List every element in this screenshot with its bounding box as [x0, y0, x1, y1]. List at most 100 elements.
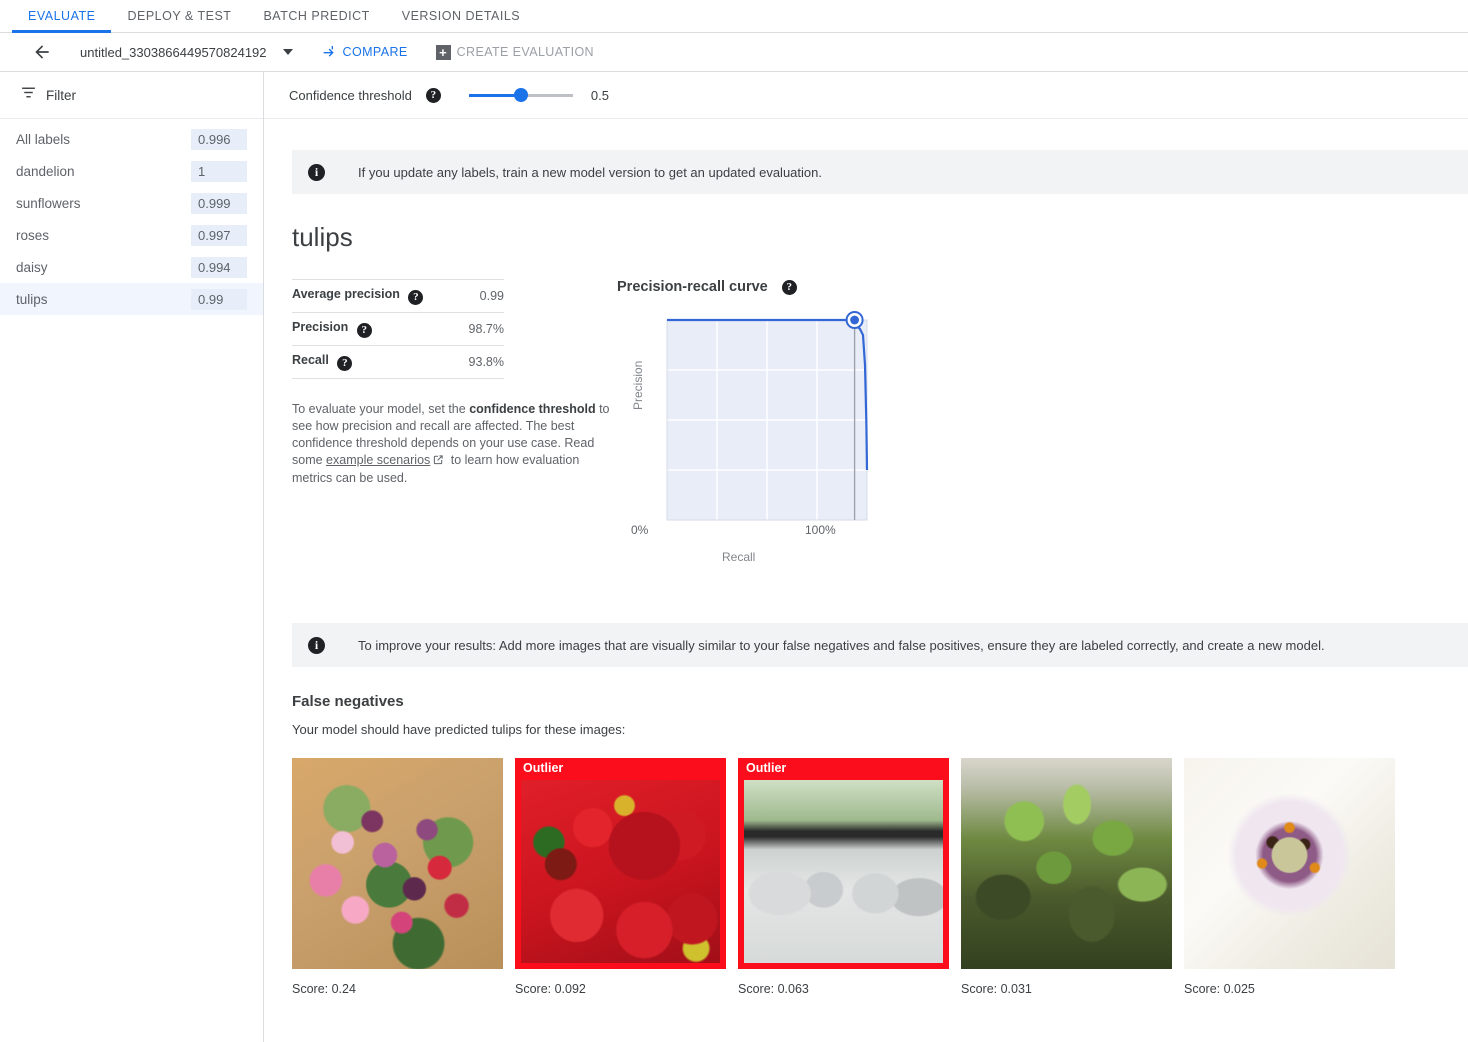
compare-label: COMPARE [342, 45, 408, 59]
chart-svg [666, 311, 869, 521]
thumbnail-frame[interactable] [292, 758, 503, 969]
tab-batch-predict[interactable]: BATCH PREDICT [247, 0, 385, 32]
sidebar-item-sunflowers[interactable]: sunflowers 0.999 [0, 187, 263, 219]
compare-button[interactable]: COMPARE [321, 44, 408, 60]
help-icon[interactable]: ? [781, 279, 797, 295]
chart-title-row: Precision-recall curve ? [617, 279, 907, 295]
thumbnail-frame[interactable]: Outlier [738, 758, 949, 969]
sidebar-item-label: daisy [16, 259, 48, 275]
external-link-icon [433, 453, 444, 470]
confidence-threshold-row: Confidence threshold ? 0.5 [264, 72, 1468, 119]
desc-part-1: To evaluate your model, set the [292, 402, 470, 416]
model-name[interactable]: untitled_3303866449570824192 [80, 45, 267, 60]
sidebar-item-score: 1 [191, 160, 247, 182]
thumbnail-score: Score: 0.063 [738, 982, 809, 996]
sidebar-item-all-labels[interactable]: All labels 0.996 [0, 123, 263, 155]
metrics-description: To evaluate your model, set the confiden… [292, 401, 612, 487]
top-tab-bar: EVALUATE DEPLOY & TEST BATCH PREDICT VER… [0, 0, 1468, 33]
sidebar-item-score: 0.99 [191, 288, 247, 310]
thumbnail-score: Score: 0.025 [1184, 982, 1255, 996]
desc-bold: confidence threshold [469, 402, 596, 416]
page-body: Filter All labels 0.996 dandelion 1 sunf… [0, 72, 1468, 1042]
confidence-threshold-label: Confidence threshold [289, 87, 412, 103]
sidebar-item-label: roses [16, 227, 50, 243]
false-negatives-grid: Score: 0.24 Outlier Score: 0.092 Outlier [292, 758, 1468, 996]
help-icon[interactable]: ? [408, 290, 424, 305]
create-evaluation-label: CREATE EVALUATION [456, 45, 594, 59]
list-item: Score: 0.24 [292, 758, 503, 996]
thumbnail-score: Score: 0.031 [961, 982, 1032, 996]
external-link-glyph [434, 455, 443, 465]
tab-deploy-test-label: DEPLOY & TEST [127, 9, 232, 23]
thumbnail-frame[interactable] [961, 758, 1172, 969]
evaluation-content: i If you update any labels, train a new … [264, 119, 1468, 1042]
metrics-and-chart: Average precision ? 0.99 Precision ? 98.… [264, 279, 1468, 575]
table-row: Precision ? 98.7% [292, 312, 504, 346]
tab-batch-predict-label: BATCH PREDICT [263, 9, 370, 23]
help-icon[interactable]: ? [425, 87, 441, 103]
table-row: Average precision ? 0.99 [292, 279, 504, 313]
metric-label: Precision [292, 320, 349, 334]
thumbnail-image [744, 780, 943, 963]
metric-label: Average precision [292, 287, 400, 301]
sidebar-item-tulips[interactable]: tulips 0.99 [0, 283, 263, 315]
metrics-table: Average precision ? 0.99 Precision ? 98.… [292, 279, 504, 379]
sidebar-item-score: 0.997 [191, 224, 247, 246]
metric-name-cell: Precision ? [292, 313, 459, 346]
help-icon[interactable]: ? [337, 356, 353, 371]
confidence-threshold-value: 0.5 [590, 87, 609, 103]
sidebar-item-label: tulips [16, 291, 48, 307]
sidebar-item-label: sunflowers [16, 195, 81, 211]
list-item: Score: 0.025 [1184, 758, 1395, 996]
tab-deploy-test[interactable]: DEPLOY & TEST [111, 0, 247, 32]
thumbnail-image [292, 758, 503, 969]
sidebar-item-roses[interactable]: roses 0.997 [0, 219, 263, 251]
tab-version-details[interactable]: VERSION DETAILS [386, 0, 536, 32]
tab-evaluate-label: EVALUATE [28, 9, 96, 23]
metrics-panel: Average precision ? 0.99 Precision ? 98.… [292, 279, 610, 575]
update-labels-banner-text: If you update any labels, train a new mo… [358, 164, 822, 180]
slider-thumb[interactable] [513, 88, 528, 102]
caret-down-icon[interactable] [282, 49, 293, 55]
thumbnail-frame[interactable] [1184, 758, 1395, 969]
compare-arrow-icon [321, 44, 337, 60]
thumbnail-score: Score: 0.24 [292, 982, 356, 996]
table-row: Recall ? 93.8% [292, 345, 504, 379]
sidebar-item-dandelion[interactable]: dandelion 1 [0, 155, 263, 187]
metric-label: Recall [292, 353, 329, 367]
arrow-left-glyph [35, 45, 49, 59]
filter-button[interactable]: Filter [0, 72, 263, 119]
help-icon[interactable]: ? [356, 323, 372, 338]
metric-value: 0.99 [479, 289, 504, 303]
sidebar-item-label: All labels [16, 131, 71, 147]
arrow-left-icon[interactable] [30, 40, 54, 64]
thumbnail-image [521, 780, 720, 963]
sidebar-item-label: dandelion [16, 163, 75, 179]
plus-box-icon: + [435, 44, 451, 60]
filter-icon [20, 84, 37, 106]
metric-name-cell: Recall ? [292, 346, 459, 379]
outlier-badge: Outlier [523, 761, 564, 775]
thumbnail-score: Score: 0.092 [515, 982, 586, 996]
improve-results-banner-text: To improve your results: Add more images… [358, 637, 1325, 653]
list-item: Score: 0.031 [961, 758, 1172, 996]
info-icon: i [308, 636, 325, 654]
chart-marker-dot[interactable] [850, 315, 859, 325]
example-scenarios-link[interactable]: example scenarios [326, 453, 430, 467]
confidence-threshold-slider[interactable] [468, 85, 573, 105]
example-scenarios-label: example scenarios [326, 453, 431, 467]
tab-evaluate[interactable]: EVALUATE [12, 0, 112, 33]
false-negatives-title: False negatives [292, 693, 404, 710]
thumbnail-image [1184, 758, 1395, 969]
metric-name-cell: Average precision ? [292, 280, 459, 313]
sidebar-item-daisy[interactable]: daisy 0.994 [0, 251, 263, 283]
page-title: tulips [292, 222, 353, 252]
list-item: Outlier Score: 0.092 [515, 758, 726, 996]
labels-sidebar: Filter All labels 0.996 dandelion 1 sunf… [0, 72, 264, 1042]
improve-results-banner: i To improve your results: Add more imag… [292, 623, 1468, 667]
create-evaluation-button[interactable]: + CREATE EVALUATION [435, 44, 594, 60]
thumbnail-frame[interactable]: Outlier [515, 758, 726, 969]
sidebar-item-score: 0.999 [191, 192, 247, 214]
model-toolbar: untitled_3303866449570824192 COMPARE + C… [0, 33, 1468, 72]
precision-recall-chart: Precision-recall curve ? Precision Recal… [617, 279, 907, 575]
